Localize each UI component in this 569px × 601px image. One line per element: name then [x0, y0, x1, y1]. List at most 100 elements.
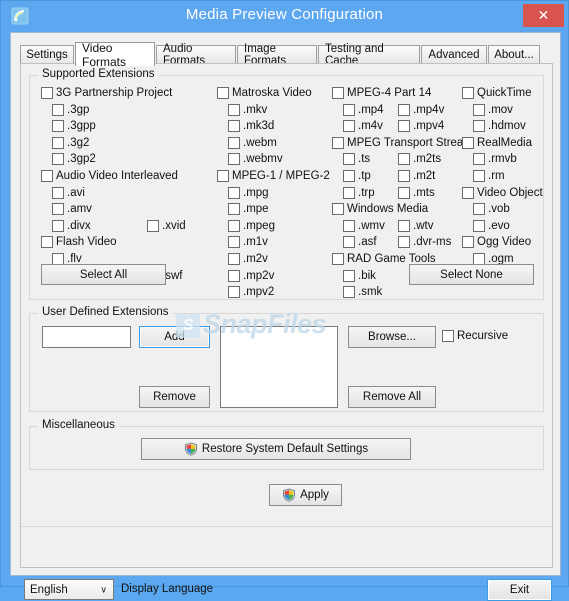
- checkbox-box[interactable]: [462, 87, 474, 99]
- checkbox-box[interactable]: [228, 203, 240, 216]
- tab-image-formats[interactable]: Image Formats: [237, 43, 317, 67]
- format-group-checkbox-mpeg-1-mpeg-2[interactable]: MPEG-1 / MPEG-2: [217, 170, 330, 182]
- browse-button[interactable]: Browse...: [348, 326, 436, 348]
- extension-checkbox-mpeg[interactable]: .mpeg: [228, 219, 275, 232]
- extension-checkbox-mkv[interactable]: .mkv: [228, 103, 267, 116]
- extension-checkbox-asf[interactable]: .asf: [343, 236, 377, 249]
- checkbox-box[interactable]: [473, 120, 485, 133]
- checkbox-box[interactable]: [228, 269, 240, 282]
- format-group-checkbox-quicktime[interactable]: QuickTime: [462, 87, 532, 99]
- checkbox-box[interactable]: [398, 103, 410, 116]
- extension-checkbox-m2t[interactable]: .m2t: [398, 170, 435, 182]
- checkbox-box[interactable]: [52, 136, 64, 149]
- select-none-button[interactable]: Select None: [409, 264, 534, 285]
- checkbox-box[interactable]: [343, 286, 355, 299]
- extension-checkbox-evo[interactable]: .evo: [473, 219, 510, 232]
- checkbox-box[interactable]: [332, 87, 344, 99]
- format-group-checkbox-ogg-video[interactable]: Ogg Video: [462, 236, 531, 249]
- add-button[interactable]: Add: [139, 326, 210, 348]
- extension-checkbox-xvid[interactable]: .xvid: [147, 219, 186, 232]
- checkbox-box[interactable]: [462, 136, 474, 149]
- extension-checkbox-mts[interactable]: .mts: [398, 186, 435, 199]
- extension-checkbox-3g2[interactable]: .3g2: [52, 136, 89, 149]
- user-extensions-list[interactable]: [220, 326, 338, 408]
- tab-about[interactable]: About...: [488, 45, 540, 64]
- checkbox-box[interactable]: [398, 120, 410, 133]
- checkbox-box[interactable]: [52, 153, 64, 166]
- extension-checkbox-mp2v[interactable]: .mp2v: [228, 269, 274, 282]
- checkbox-box[interactable]: [228, 186, 240, 199]
- extension-checkbox-smk[interactable]: .smk: [343, 286, 382, 299]
- extension-checkbox-3gp[interactable]: .3gp: [52, 103, 89, 116]
- format-group-checkbox-realmedia[interactable]: RealMedia: [462, 136, 532, 149]
- extension-checkbox-rmvb[interactable]: .rmvb: [473, 153, 517, 166]
- checkbox-box[interactable]: [343, 186, 355, 199]
- extension-checkbox-3gp2[interactable]: .3gp2: [52, 153, 96, 166]
- checkbox-box[interactable]: [473, 153, 485, 166]
- format-group-checkbox-windows-media[interactable]: Windows Media: [332, 203, 428, 216]
- extension-checkbox-avi[interactable]: .avi: [52, 186, 85, 199]
- checkbox-box[interactable]: [332, 253, 344, 265]
- extension-checkbox-vob[interactable]: .vob: [473, 203, 510, 216]
- language-select[interactable]: English ∨: [24, 579, 114, 600]
- checkbox-box[interactable]: [398, 219, 410, 232]
- extension-checkbox-divx[interactable]: .divx: [52, 219, 91, 232]
- checkbox-box[interactable]: [473, 219, 485, 232]
- recursive-checkbox-box[interactable]: [442, 330, 454, 342]
- checkbox-box[interactable]: [343, 153, 355, 166]
- checkbox-box[interactable]: [228, 219, 240, 232]
- checkbox-box[interactable]: [343, 236, 355, 249]
- extension-checkbox-webmv[interactable]: .webmv: [228, 153, 283, 166]
- checkbox-box[interactable]: [398, 236, 410, 249]
- extension-checkbox-hdmov[interactable]: .hdmov: [473, 120, 526, 133]
- extension-checkbox-m2ts[interactable]: .m2ts: [398, 153, 441, 166]
- format-group-checkbox-3g-partnership-project[interactable]: 3G Partnership Project: [41, 87, 172, 99]
- checkbox-box[interactable]: [462, 186, 474, 199]
- checkbox-box[interactable]: [147, 219, 159, 232]
- checkbox-box[interactable]: [228, 286, 240, 299]
- extension-checkbox-rm[interactable]: .rm: [473, 170, 505, 182]
- checkbox-box[interactable]: [52, 219, 64, 232]
- tab-advanced[interactable]: Advanced: [421, 45, 487, 64]
- extension-checkbox-dvr-ms[interactable]: .dvr-ms: [398, 236, 451, 249]
- extension-checkbox-mp4[interactable]: .mp4: [343, 103, 384, 116]
- format-group-checkbox-video-object[interactable]: Video Object: [462, 186, 543, 199]
- restore-defaults-button[interactable]: Restore System Default Settings: [141, 438, 411, 460]
- extension-checkbox-amv[interactable]: .amv: [52, 203, 92, 216]
- checkbox-box[interactable]: [41, 236, 53, 249]
- extension-checkbox-3gpp[interactable]: .3gpp: [52, 120, 96, 133]
- extension-checkbox-mpv4[interactable]: .mpv4: [398, 120, 444, 133]
- checkbox-box[interactable]: [473, 103, 485, 116]
- recursive-checkbox[interactable]: Recursive: [442, 330, 508, 342]
- checkbox-box[interactable]: [332, 136, 344, 149]
- checkbox-box[interactable]: [343, 120, 355, 133]
- user-extension-input[interactable]: [42, 326, 131, 348]
- tab-video-formats[interactable]: Video Formats: [75, 41, 155, 69]
- checkbox-box[interactable]: [473, 170, 485, 182]
- checkbox-box[interactable]: [41, 87, 53, 99]
- extension-checkbox-webm[interactable]: .webm: [228, 136, 277, 149]
- extension-checkbox-mp4v[interactable]: .mp4v: [398, 103, 444, 116]
- checkbox-box[interactable]: [398, 153, 410, 166]
- extension-checkbox-tp[interactable]: .tp: [343, 170, 371, 182]
- checkbox-box[interactable]: [52, 120, 64, 133]
- format-group-checkbox-flash-video[interactable]: Flash Video: [41, 236, 117, 249]
- extension-checkbox-m2v[interactable]: .m2v: [228, 253, 268, 265]
- checkbox-box[interactable]: [217, 87, 229, 99]
- extension-checkbox-trp[interactable]: .trp: [343, 186, 375, 199]
- checkbox-box[interactable]: [343, 219, 355, 232]
- checkbox-box[interactable]: [228, 103, 240, 116]
- exit-button[interactable]: Exit: [487, 579, 552, 601]
- extension-checkbox-m4v[interactable]: .m4v: [343, 120, 383, 133]
- select-all-button[interactable]: Select All: [41, 264, 166, 285]
- extension-checkbox-mov[interactable]: .mov: [473, 103, 513, 116]
- tab-audio-formats[interactable]: Audio Formats: [156, 43, 236, 67]
- close-button[interactable]: ✕: [523, 4, 564, 27]
- remove-button[interactable]: Remove: [139, 386, 210, 408]
- checkbox-box[interactable]: [52, 203, 64, 216]
- extension-checkbox-mpg[interactable]: .mpg: [228, 186, 269, 199]
- checkbox-box[interactable]: [52, 103, 64, 116]
- checkbox-box[interactable]: [398, 170, 410, 182]
- extension-checkbox-mk3d[interactable]: .mk3d: [228, 120, 274, 133]
- checkbox-box[interactable]: [462, 236, 474, 249]
